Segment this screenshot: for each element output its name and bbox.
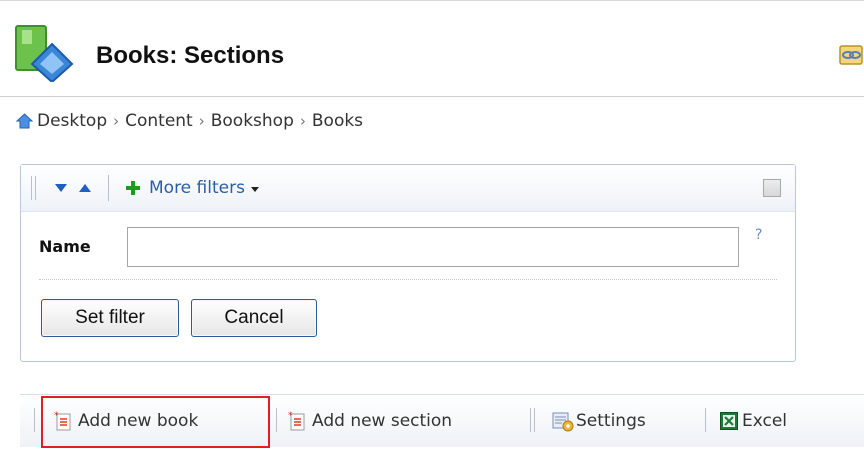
home-icon	[16, 113, 33, 129]
filter-toolbar: More filters	[21, 165, 795, 212]
toolbar-separator	[34, 408, 35, 432]
new-document-icon: *	[288, 411, 305, 431]
filter-panel: More filters Name ? Set filter Cancel	[20, 164, 796, 362]
excel-icon	[720, 412, 738, 430]
breadcrumb-item-bookshop[interactable]: Bookshop	[211, 111, 294, 131]
breadcrumb-item-books[interactable]: Books	[312, 111, 363, 131]
header-divider	[0, 96, 864, 97]
help-icon[interactable]: ?	[755, 227, 762, 243]
svg-text:*: *	[288, 411, 293, 421]
add-new-section-label: Add new section	[312, 411, 453, 431]
excel-label: Excel	[742, 411, 788, 431]
name-label: Name	[39, 237, 91, 256]
more-filters-label: More filters	[149, 178, 245, 198]
top-border	[0, 0, 864, 1]
settings-icon	[552, 412, 574, 432]
toolbar-separator	[108, 175, 109, 201]
books-module-icon	[15, 25, 74, 82]
breadcrumb-separator: ›	[198, 112, 205, 130]
dotted-divider	[39, 279, 777, 280]
breadcrumb: Desktop › Content › Bookshop › Books	[16, 110, 363, 132]
chevron-down-icon	[250, 186, 259, 192]
breadcrumb-separator: ›	[299, 112, 306, 130]
sort-up-icon[interactable]	[76, 179, 94, 197]
name-filter-input[interactable]	[127, 227, 739, 267]
toolbar-separator	[276, 408, 277, 432]
toolbar-separator	[705, 408, 706, 432]
set-filter-button[interactable]: Set filter	[41, 299, 179, 337]
cancel-button[interactable]: Cancel	[191, 299, 317, 337]
plus-icon	[126, 181, 140, 195]
add-new-section-button[interactable]: * Add new section	[288, 395, 452, 447]
highlight-box	[41, 396, 270, 448]
settings-button[interactable]: Settings	[552, 395, 646, 447]
more-filters-button[interactable]: More filters	[125, 178, 259, 198]
link-icon[interactable]	[838, 42, 864, 68]
sort-down-icon[interactable]	[52, 179, 70, 197]
breadcrumb-separator: ›	[113, 112, 120, 130]
page-title: Books: Sections	[96, 42, 285, 69]
toolbar-double-separator	[530, 408, 535, 432]
settings-label: Settings	[576, 411, 646, 431]
breadcrumb-item-desktop[interactable]: Desktop	[37, 111, 107, 131]
collapse-panel-button[interactable]	[763, 179, 781, 197]
breadcrumb-item-content[interactable]: Content	[125, 111, 193, 131]
excel-export-button[interactable]: Excel	[720, 395, 787, 447]
toolbar-grip	[31, 176, 36, 200]
